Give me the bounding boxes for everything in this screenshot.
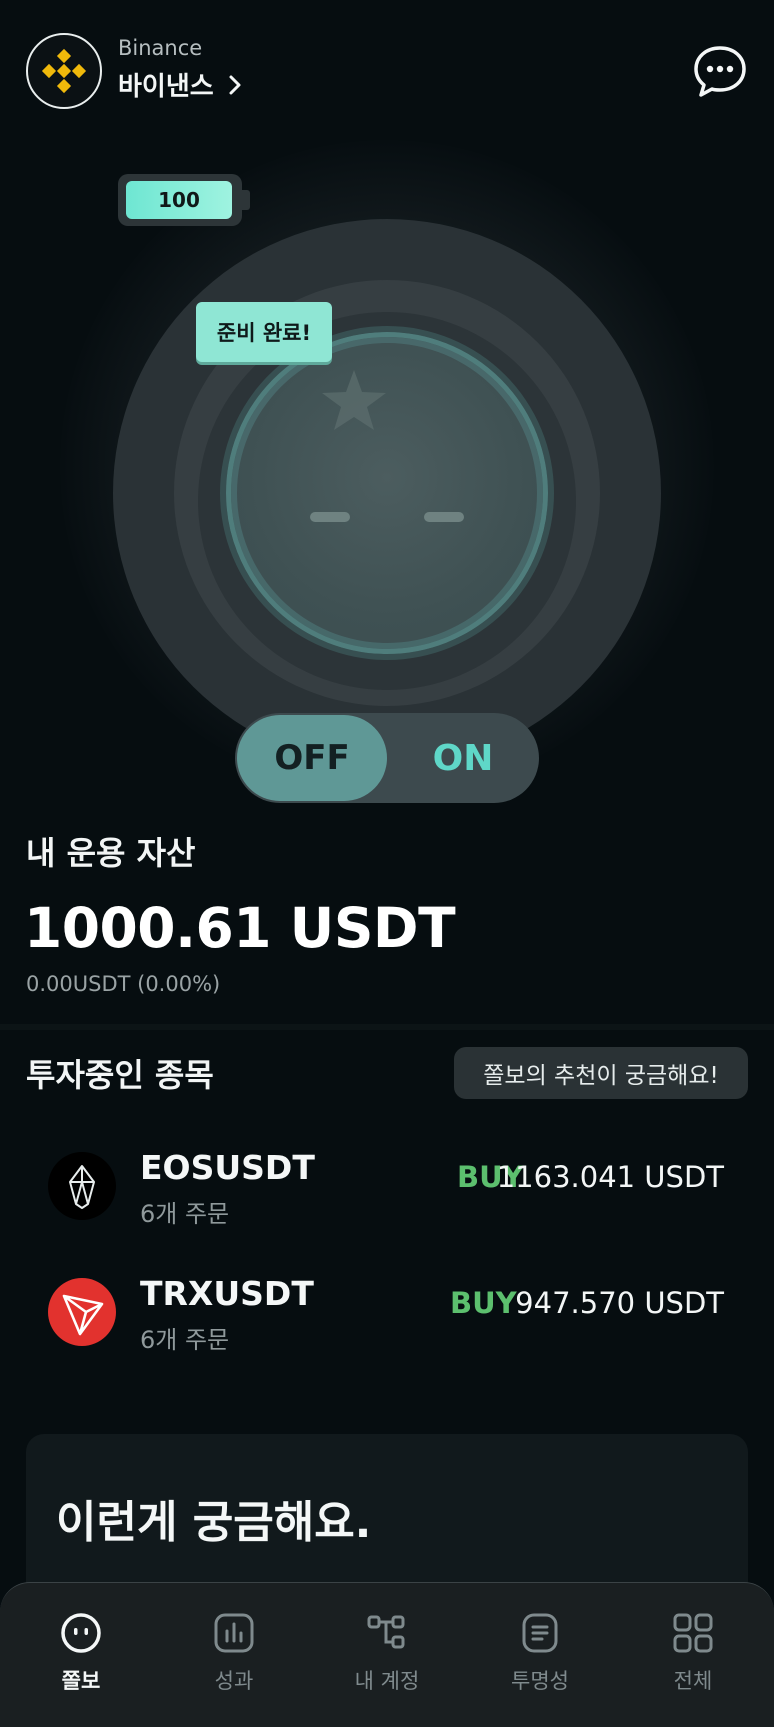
- exchange-name-en: Binance: [118, 36, 203, 60]
- nav-label-transparency: 투명성: [511, 1669, 569, 1693]
- recommendation-button[interactable]: 쫄보의 추천이 궁금해요!: [454, 1047, 748, 1099]
- bot-left-eye: [310, 512, 350, 522]
- position-amount: 1163.041 USDT: [496, 1160, 724, 1194]
- exchange-name-ko: 바이낸스: [118, 72, 214, 102]
- assets-value: 1000.61 USDT: [24, 896, 456, 960]
- investments-title: 투자중인 종목: [26, 1056, 214, 1094]
- exchange-selector[interactable]: 바이낸스: [118, 66, 242, 103]
- toggle-on-option[interactable]: ON: [387, 713, 539, 803]
- bot-face-icon: [61, 1613, 101, 1653]
- position-row[interactable]: EOSUSDT 6개 주문 BUY 1163.041 USDT: [0, 1142, 774, 1252]
- tron-coin-icon: [48, 1278, 116, 1346]
- battery-level: 100: [126, 181, 232, 219]
- bot-right-eye: [424, 512, 464, 522]
- position-orders: 6개 주문: [140, 1200, 230, 1228]
- eos-coin-icon: [48, 1152, 116, 1220]
- assets-title: 내 운용 자산: [26, 834, 196, 872]
- section-divider: [0, 1024, 774, 1030]
- ready-tooltip: 준비 완료!: [196, 302, 332, 362]
- star-icon: [322, 370, 386, 430]
- nav-label-account: 내 계정: [354, 1669, 420, 1693]
- binance-logo-icon: [41, 48, 87, 94]
- nav-item-all[interactable]: 전체: [633, 1611, 753, 1695]
- exchange-logo[interactable]: [26, 33, 102, 109]
- toggle-off-option[interactable]: OFF: [237, 715, 387, 801]
- grid-icon: [673, 1613, 713, 1653]
- position-row[interactable]: TRXUSDT 6개 주문 BUY 947.570 USDT: [0, 1268, 774, 1378]
- account-nodes-icon: [367, 1615, 405, 1649]
- chevron-right-icon: [229, 75, 241, 94]
- position-amount: 947.570 USDT: [515, 1286, 724, 1320]
- nav-item-transparency[interactable]: 투명성: [480, 1611, 600, 1695]
- faq-title: 이런게 궁금해요.: [56, 1497, 372, 1548]
- document-icon: [522, 1613, 558, 1653]
- position-side: BUY: [450, 1286, 517, 1320]
- position-symbol: TRXUSDT: [140, 1274, 314, 1313]
- nav-label-all: 전체: [673, 1669, 713, 1693]
- bar-chart-icon: [214, 1613, 254, 1653]
- position-orders: 6개 주문: [140, 1326, 230, 1354]
- nav-label-performance: 성과: [214, 1669, 254, 1693]
- bottom-nav: 쫄보 성과 내 계정 투명성 전체: [0, 1582, 774, 1727]
- nav-label-bot: 쫄보: [61, 1669, 101, 1693]
- bot-power-toggle[interactable]: OFF ON: [235, 713, 539, 803]
- battery-indicator: 100: [118, 174, 250, 226]
- position-symbol: EOSUSDT: [140, 1148, 315, 1187]
- nav-item-performance[interactable]: 성과: [174, 1611, 294, 1695]
- assets-change: 0.00USDT (0.00%): [26, 972, 221, 996]
- nav-item-bot[interactable]: 쫄보: [21, 1611, 141, 1695]
- nav-item-account[interactable]: 내 계정: [327, 1611, 447, 1695]
- battery-cap: [242, 190, 250, 210]
- chat-bubble-icon[interactable]: [692, 44, 748, 100]
